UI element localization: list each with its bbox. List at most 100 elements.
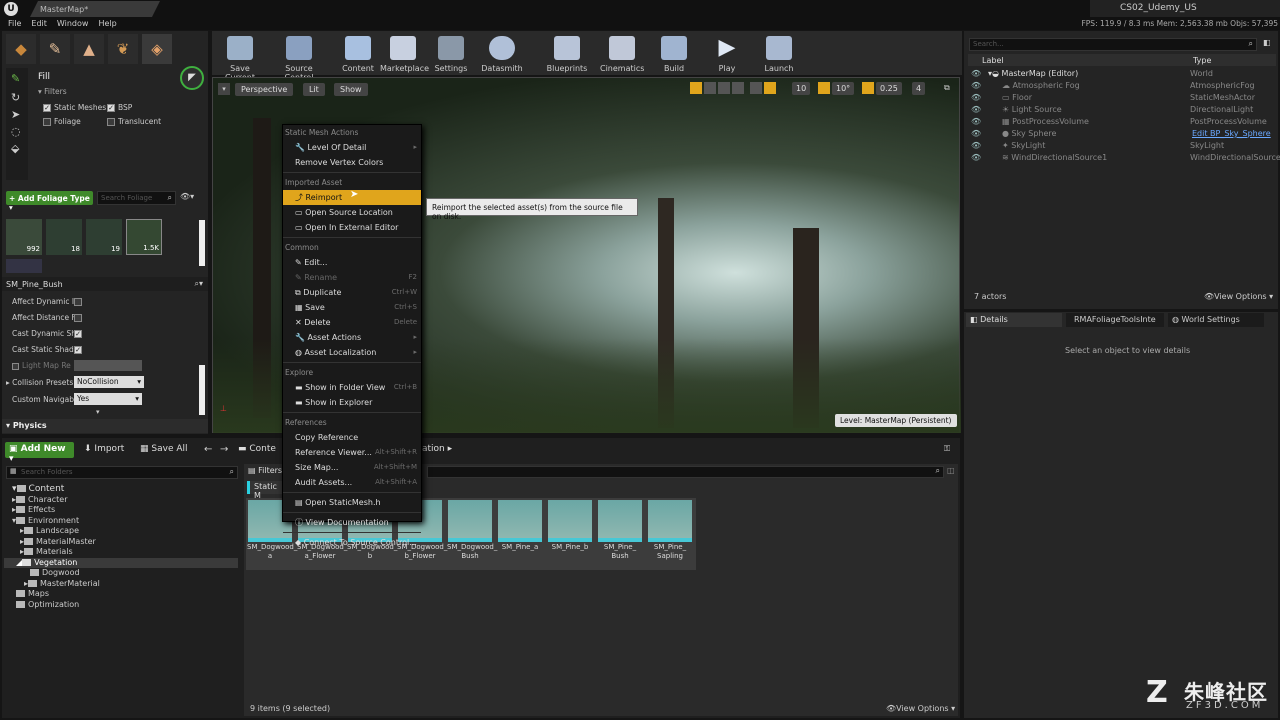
menu-edit[interactable]: Edit xyxy=(31,19,47,28)
menu-item-open-staticmesh-h[interactable]: ▤ Open StaticMesh.h xyxy=(283,495,421,510)
scale-snap-value[interactable]: 0.25 xyxy=(876,82,902,95)
tree-item[interactable]: Maps xyxy=(12,589,238,600)
outliner-view-options[interactable]: 👁View Options ▾ xyxy=(1204,292,1273,301)
menu-item-copy-reference[interactable]: Copy Reference xyxy=(283,430,421,445)
source-control-button[interactable]: Source Control xyxy=(270,34,328,82)
world-local-icon[interactable] xyxy=(732,82,744,94)
menu-item-duplicate[interactable]: ⧉ Duplicate Ctrl+W xyxy=(283,285,421,300)
menu-item-view-documentation[interactable]: ⓘ View Documentation xyxy=(283,515,421,530)
tree-item[interactable]: Dogwood xyxy=(12,568,238,579)
filter-foliage[interactable]: Foliage xyxy=(43,117,81,126)
surface-snap-icon[interactable] xyxy=(750,82,762,94)
asset-search-input[interactable]: ⌕ xyxy=(427,466,944,478)
save-all-button[interactable]: ▦ Save All xyxy=(140,444,188,454)
play-button[interactable]: ▶ Play xyxy=(712,34,742,76)
fill-tool-icon[interactable]: ⬙ xyxy=(6,140,28,157)
place-mode-icon[interactable]: ◆ xyxy=(6,34,36,64)
outliner-row[interactable]: 👁 ▾◒ MasterMap (Editor) World xyxy=(968,68,1276,80)
expand-arrow-icon[interactable]: ▾ xyxy=(96,408,100,416)
blueprints-button[interactable]: Blueprints xyxy=(546,34,588,76)
menu-item-open-source-location[interactable]: ▭ Open Source Location xyxy=(283,205,421,220)
foliage-tile-selected[interactable]: 1.5K xyxy=(126,219,162,255)
cinematics-button[interactable]: Cinematics xyxy=(600,34,644,76)
tree-item[interactable]: ▸ MaterialMaster xyxy=(12,537,238,548)
forward-arrow-icon[interactable]: → xyxy=(220,444,228,455)
menu-item-open-external-editor[interactable]: ▭ Open In External Editor xyxy=(283,220,421,235)
menu-item-asset-localization[interactable]: ◍ Asset Localization ▸ xyxy=(283,345,421,360)
tab-world-settings[interactable]: ◍ World Settings xyxy=(1168,313,1264,327)
path-content[interactable]: ▬ Conte xyxy=(238,444,276,454)
import-button[interactable]: ⬇ Import xyxy=(84,444,124,454)
outliner-row[interactable]: 👁 ☁ Atmospheric Fog AtmosphericFog xyxy=(968,80,1276,92)
lightmap-res-field[interactable] xyxy=(74,360,142,371)
save-search-icon[interactable]: ◫ xyxy=(947,466,955,475)
filter-translucent[interactable]: Translucent xyxy=(107,117,161,126)
menu-item-edit[interactable]: ✎ Edit... xyxy=(283,255,421,270)
foliage-search-input[interactable]: Search Foliage ⌕ xyxy=(97,191,176,205)
foliage-tile[interactable]: 18 xyxy=(46,219,82,255)
foliage-mode-icon[interactable]: ❦ xyxy=(108,34,138,64)
rotate-snap-icon[interactable] xyxy=(818,82,830,94)
reapply-tool-icon[interactable]: ↻ xyxy=(6,89,28,106)
rotate-snap-value[interactable]: 10° xyxy=(832,82,855,95)
menu-item-show-in-explorer[interactable]: ▬ Show in Explorer xyxy=(283,395,421,410)
lit-button[interactable]: Lit xyxy=(303,83,325,96)
scale-icon[interactable] xyxy=(718,82,730,94)
back-arrow-icon[interactable]: ← xyxy=(204,444,212,455)
physics-section[interactable]: ▾ Physics xyxy=(2,419,208,433)
tree-item[interactable]: ▸ Landscape xyxy=(12,526,238,537)
settings-button[interactable]: Settings xyxy=(434,34,468,76)
scrollbar[interactable] xyxy=(199,220,205,266)
save-current-button[interactable]: Save Current xyxy=(216,34,264,82)
scale-snap-icon[interactable] xyxy=(862,82,874,94)
menu-item-level-of-detail[interactable]: 🔧 Level Of Detail ▸ xyxy=(283,140,421,155)
tree-item[interactable]: ▸ Character xyxy=(12,495,238,506)
outliner-row[interactable]: 👁 ● Sky Sphere Edit BP_Sky_Sphere xyxy=(968,128,1276,140)
menu-item-reference-viewer[interactable]: Reference Viewer... Alt+Shift+R xyxy=(283,445,421,460)
menu-item-size-map[interactable]: Size Map... Alt+Shift+M xyxy=(283,460,421,475)
grid-snap-icon[interactable] xyxy=(764,82,776,94)
search-icon[interactable]: ⌕▾ xyxy=(195,279,204,289)
viewport-menu-icon[interactable]: ▾ xyxy=(218,83,230,95)
prop-checkbox[interactable]: ✓ xyxy=(74,329,85,338)
tree-item[interactable]: ▸ Effects xyxy=(12,505,238,516)
menu-file[interactable]: File xyxy=(8,19,21,28)
datasmith-button[interactable]: Datasmith xyxy=(480,34,524,76)
add-new-button[interactable]: ▣ Add New ▾ xyxy=(5,442,74,464)
foliage-tile[interactable] xyxy=(6,259,42,273)
outliner-search-input[interactable]: Search... ⌕ xyxy=(969,38,1257,51)
scrollbar[interactable] xyxy=(199,365,205,415)
menu-item-connect-source-control[interactable]: ◆ Connect To Source Control... xyxy=(283,535,421,550)
outliner-row[interactable]: 👁 ≋ WindDirectionalSource1 WindDirectional… xyxy=(968,152,1280,164)
folder-search-input[interactable]: Search Folders ▦ ⌕ xyxy=(6,466,238,479)
menu-window[interactable]: Window xyxy=(57,19,89,28)
filter-bsp[interactable]: ✓ BSP xyxy=(107,103,132,112)
launch-button[interactable]: Launch xyxy=(762,34,796,76)
outliner-row[interactable]: 👁 ▦ PostProcessVolume PostProcessVolume xyxy=(968,116,1276,128)
collision-presets-select[interactable]: NoCollision ▾ xyxy=(74,376,144,388)
filter-static-meshes[interactable]: ✓ Static Meshes xyxy=(43,103,106,112)
tree-item[interactable]: ▾ Environment xyxy=(12,516,238,527)
edit-blueprint-link[interactable]: Edit BP_Sky_Sphere xyxy=(1192,128,1271,140)
asset-tile[interactable]: SM_Pine_a xyxy=(497,499,543,569)
tree-item-selected[interactable]: ◢ Vegetation xyxy=(4,557,238,568)
level-tab[interactable]: MasterMap* xyxy=(30,1,160,17)
tab-details[interactable]: ◧ Details xyxy=(966,313,1062,327)
menu-item-rename[interactable]: ✎ Rename F2 xyxy=(283,270,421,285)
lasso-tool-icon[interactable]: ◌ xyxy=(6,123,28,140)
camera-speed[interactable]: 4 xyxy=(912,82,926,95)
tab-rmafoliagetools[interactable]: RMAFoliageToolsInte xyxy=(1066,313,1164,327)
menu-item-save[interactable]: ▦ Save Ctrl+S xyxy=(283,300,421,315)
select-tool-icon[interactable]: ➤ xyxy=(6,106,28,123)
content-button[interactable]: Content xyxy=(340,34,376,76)
prop-checkbox[interactable]: ✓ xyxy=(74,345,85,354)
outliner-settings-icon[interactable]: ◧ xyxy=(1263,38,1271,47)
content-view-options[interactable]: 👁View Options ▾ xyxy=(886,704,955,713)
maximize-icon[interactable]: ⧉ xyxy=(944,83,950,93)
tree-item[interactable]: ▸ Materials xyxy=(12,547,238,558)
prop-checkbox[interactable] xyxy=(74,313,85,322)
lock-icon[interactable]: ⚿ xyxy=(944,444,950,454)
type-filter-chip[interactable]: Static M xyxy=(247,481,283,500)
menu-item-remove-vertex-colors[interactable]: Remove Vertex Colors xyxy=(283,155,421,170)
marketplace-button[interactable]: Marketplace xyxy=(380,34,429,76)
